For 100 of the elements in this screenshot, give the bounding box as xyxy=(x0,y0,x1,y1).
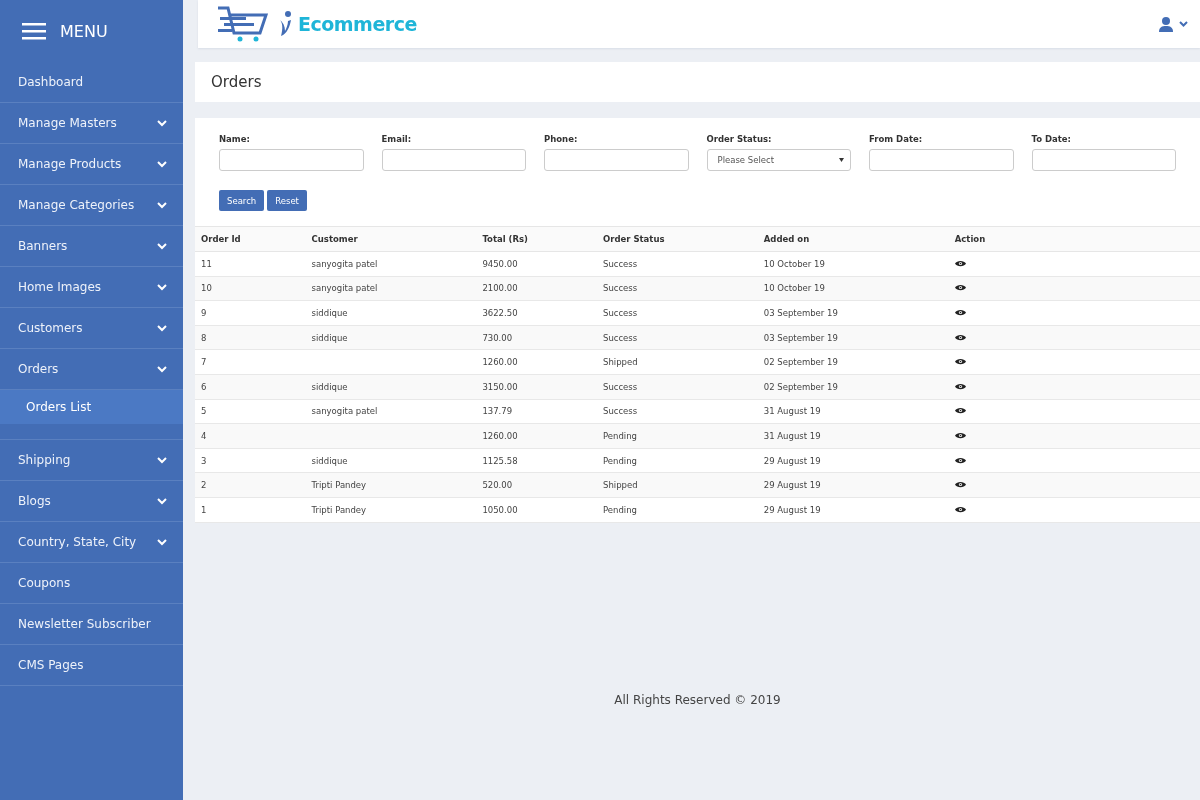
chevron-down-icon xyxy=(157,497,167,505)
input-field[interactable] xyxy=(219,149,364,171)
eye-icon[interactable] xyxy=(954,456,966,464)
sidebar-item[interactable]: Country, State, City xyxy=(0,522,183,563)
table-cell: siddique xyxy=(311,308,348,318)
table-cell: 31 August 19 xyxy=(763,406,821,417)
chevron-down-icon xyxy=(157,242,167,250)
table-cell: 1260.00 xyxy=(482,430,518,441)
sidebar-item[interactable]: Customers xyxy=(0,308,183,349)
field-label: To Date: xyxy=(1031,134,1072,144)
table-cell: sanyogita patel xyxy=(311,258,378,269)
eye-icon[interactable] xyxy=(954,358,966,366)
table-cell: Pending xyxy=(603,504,637,515)
chevron-down-icon xyxy=(157,160,167,168)
table-cell: 6 xyxy=(201,381,207,392)
chevron-down-icon xyxy=(157,456,167,464)
table-cell: 1125.58 xyxy=(482,455,518,466)
reset-button[interactable]: Reset xyxy=(267,190,307,211)
eye-icon[interactable] xyxy=(954,309,966,316)
column-header: Action xyxy=(948,226,1200,252)
chevron-down-icon xyxy=(157,201,167,209)
sidebar-item[interactable]: Newsletter Subscriber xyxy=(0,604,183,645)
table-cell: 7 xyxy=(201,357,207,368)
table-cell: sanyogita patel xyxy=(311,283,378,294)
table-cell: Shipped xyxy=(603,480,638,491)
input-field[interactable] xyxy=(869,149,1014,171)
table-cell: 10 xyxy=(201,283,212,294)
table-cell: Success xyxy=(603,308,638,318)
search-button[interactable]: Search xyxy=(219,190,265,211)
sidebar-item[interactable]: Dashboard xyxy=(0,62,183,103)
column-header: Order Status xyxy=(597,226,758,252)
table-cell: Tripti Pandey xyxy=(311,480,367,491)
field-label: Order Status: xyxy=(706,134,773,144)
chevron-down-icon xyxy=(157,324,167,332)
chevron-down-icon[interactable] xyxy=(1179,21,1188,27)
table-cell: siddique xyxy=(311,332,348,343)
table-cell: 03 September 19 xyxy=(763,308,838,318)
eye-icon[interactable] xyxy=(954,333,966,341)
sidebar-item[interactable]: Manage Masters xyxy=(0,103,183,144)
eye-icon[interactable] xyxy=(954,259,966,267)
sidebar-item[interactable]: Coupons xyxy=(0,563,183,604)
table-cell: 11 xyxy=(201,258,212,269)
eye-icon[interactable] xyxy=(954,431,966,439)
table-cell: 29 August 19 xyxy=(763,504,821,515)
table-cell: 9450.00 xyxy=(482,258,518,269)
input-field[interactable] xyxy=(544,149,689,171)
table-cell: Shipped xyxy=(603,357,638,368)
sidebar-subitem[interactable]: Orders List xyxy=(0,390,183,424)
table-cell: 4 xyxy=(201,430,207,441)
user-icon[interactable] xyxy=(1159,16,1173,32)
person-logo-icon xyxy=(278,11,292,37)
table-cell: Success xyxy=(603,258,638,269)
table-cell: 1 xyxy=(201,504,207,515)
eye-icon[interactable] xyxy=(954,505,966,513)
table-cell: siddique xyxy=(311,381,348,392)
footer-text: All Rights Reserved © 2019 xyxy=(614,693,781,707)
table-cell: Tripti Pandey xyxy=(311,504,367,515)
eye-icon[interactable] xyxy=(954,284,966,292)
table-cell: 730.00 xyxy=(482,332,513,343)
table-cell: Success xyxy=(603,381,638,392)
column-header: Order Id xyxy=(195,226,306,252)
table-cell: 8 xyxy=(201,332,207,343)
table-cell: 10 October 19 xyxy=(763,258,825,269)
chevron-down-icon xyxy=(157,283,167,291)
sidebar-item[interactable]: Blogs xyxy=(0,481,183,522)
eye-icon[interactable] xyxy=(954,382,966,390)
field-label: Phone: xyxy=(544,134,579,144)
sidebar-item[interactable]: Shipping xyxy=(0,440,183,481)
chevron-down-icon xyxy=(157,365,167,373)
table-cell: 1050.00 xyxy=(482,504,518,515)
table-cell: 2 xyxy=(201,480,207,491)
table-cell: 03 September 19 xyxy=(763,332,838,343)
eye-icon[interactable] xyxy=(954,481,966,489)
sidebar-item[interactable]: Banners xyxy=(0,226,183,267)
field-label: Email: xyxy=(381,134,413,144)
table-cell: 29 August 19 xyxy=(763,455,821,466)
table-cell: Pending xyxy=(603,455,637,466)
sidebar-item[interactable]: Manage Categories xyxy=(0,185,183,226)
table-cell: 520.00 xyxy=(482,480,513,491)
table-cell: 3622.50 xyxy=(482,308,518,318)
table-cell: 31 August 19 xyxy=(763,430,821,441)
eye-icon[interactable] xyxy=(954,407,966,415)
table-cell: 02 September 19 xyxy=(763,357,838,368)
caret-icon xyxy=(839,158,844,162)
logo-text: Ecommerce xyxy=(298,13,417,35)
input-field[interactable] xyxy=(1031,149,1176,171)
menu-icon[interactable] xyxy=(22,22,46,40)
table-cell: sanyogita patel xyxy=(311,406,378,417)
sidebar-item[interactable]: CMS Pages xyxy=(0,645,183,686)
status-select[interactable]: Please Select xyxy=(706,149,851,171)
table-cell: 29 August 19 xyxy=(763,480,821,491)
table-cell: 5 xyxy=(201,406,207,417)
input-field[interactable] xyxy=(381,149,526,171)
table-cell: 2100.00 xyxy=(482,283,518,294)
menu-title: MENU xyxy=(60,21,108,41)
column-header: Added on xyxy=(757,226,949,252)
sidebar-item[interactable]: Home Images xyxy=(0,267,183,308)
sidebar-item[interactable]: Manage Products xyxy=(0,144,183,185)
column-header: Total (Rs) xyxy=(476,226,597,252)
chevron-down-icon xyxy=(157,119,167,127)
